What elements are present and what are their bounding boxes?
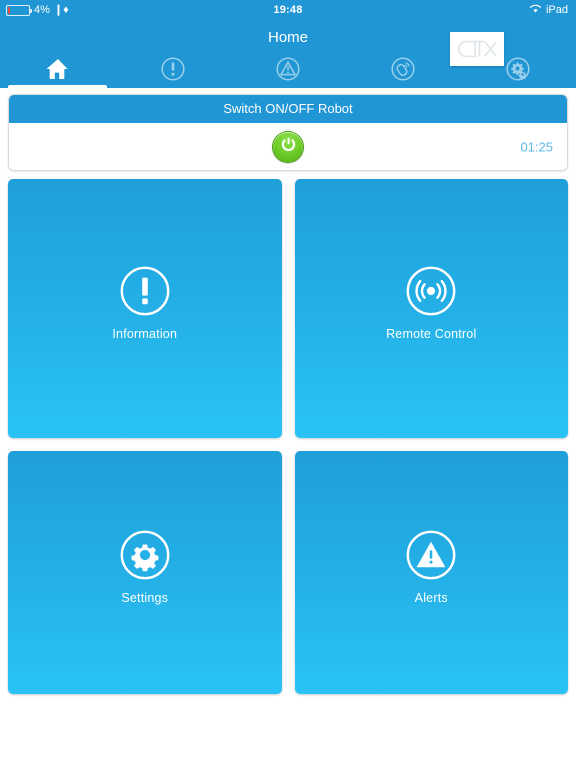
tile-label: Information [112, 326, 178, 341]
home-icon [45, 57, 71, 81]
tile-settings[interactable]: Settings [8, 451, 282, 694]
nav-bar: Home [0, 20, 576, 66]
page-title: Home [267, 28, 308, 46]
tab-settings[interactable] [461, 54, 576, 88]
warning-triangle-icon [405, 529, 457, 581]
tile-grid: Information Remote Control Settings Aler… [0, 171, 576, 694]
wifi-icon [529, 4, 542, 17]
warning-triangle-icon [275, 56, 301, 82]
power-icon [280, 136, 297, 158]
remote-signal-icon [390, 56, 416, 82]
tile-label: Remote Control [386, 326, 477, 341]
switch-timer-label: 01:25 [520, 139, 553, 154]
info-exclamation-icon [160, 56, 186, 82]
tile-alerts[interactable]: Alerts [294, 451, 568, 694]
tab-remote-control[interactable] [346, 54, 461, 88]
tab-bar[interactable] [0, 54, 576, 88]
tab-alerts[interactable] [230, 54, 345, 88]
tab-home[interactable] [0, 54, 115, 88]
device-name-label: iPad [545, 4, 568, 16]
info-exclamation-icon [119, 265, 171, 317]
status-bar-clock: 19:48 [273, 4, 303, 16]
gear-icon [119, 529, 171, 581]
tab-information[interactable] [115, 54, 230, 88]
power-button[interactable] [273, 131, 303, 162]
tile-label: Settings [121, 590, 169, 605]
status-bar: 4% ❙♦ 19:48 iPad [0, 0, 576, 20]
status-bar-right: iPad [529, 0, 568, 20]
gears-icon [505, 56, 531, 82]
tile-information[interactable]: Information [8, 179, 282, 438]
tile-label: Alerts [414, 590, 448, 605]
switch-panel-header: Switch ON/OFF Robot [9, 95, 567, 123]
tile-remote-control[interactable]: Remote Control [294, 179, 568, 438]
remote-signal-icon [405, 265, 457, 317]
switch-panel-body: 01:25 [9, 123, 567, 170]
switch-panel: Switch ON/OFF Robot 01:25 [8, 94, 568, 171]
switch-panel-wrapper: Switch ON/OFF Robot 01:25 [0, 88, 576, 171]
